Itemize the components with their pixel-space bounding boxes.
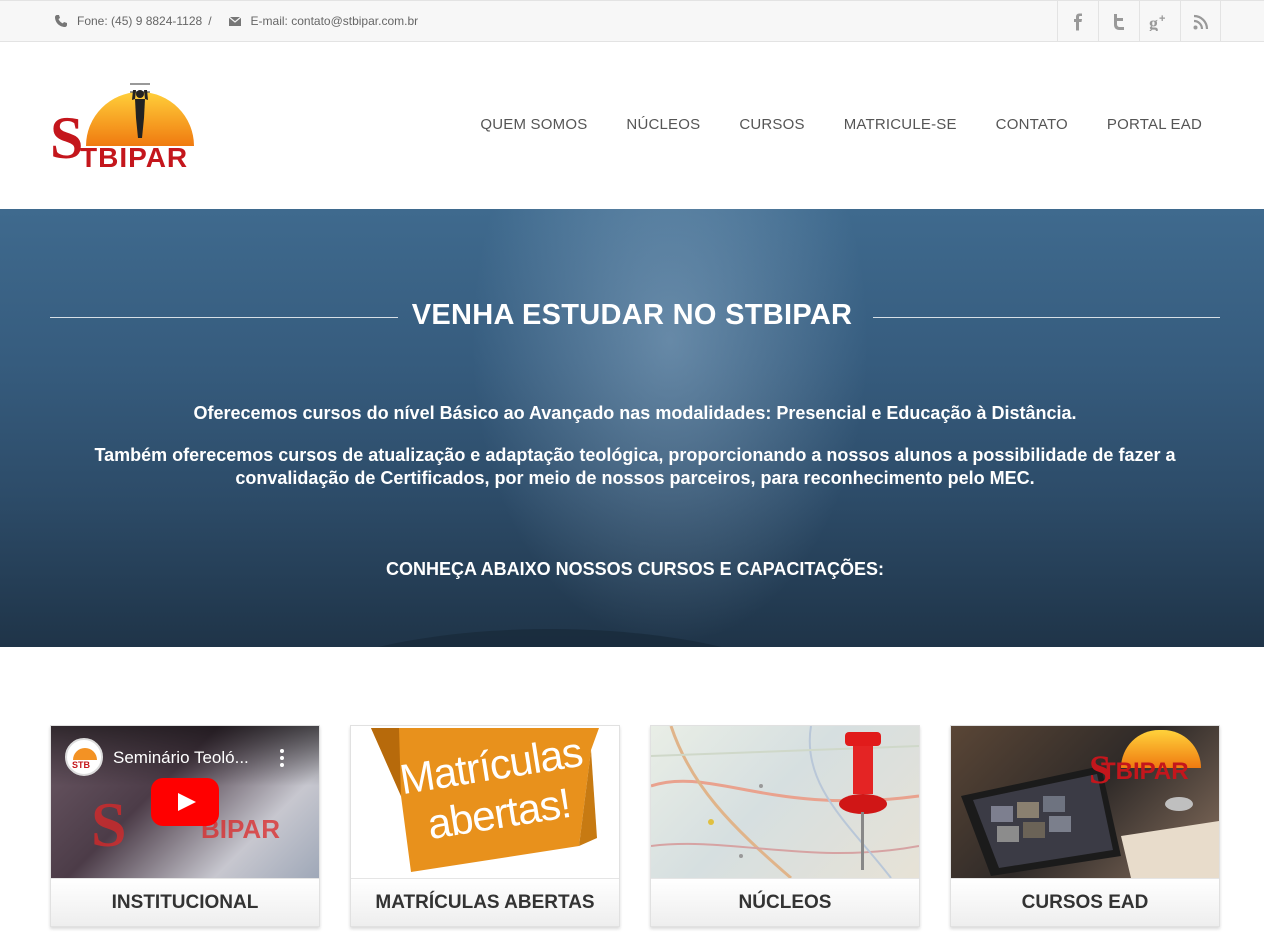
top-bar: Fone: (45) 9 8824-1128 / E-mail: contato…	[0, 0, 1264, 42]
logo-wordmark: TBIPAR	[80, 142, 189, 173]
nav-cursos[interactable]: CURSOS	[739, 116, 804, 133]
nav-contato[interactable]: CONTATO	[996, 116, 1068, 133]
card-label[interactable]: NÚCLEOS	[651, 878, 919, 926]
google-plus-icon[interactable]: g +	[1139, 1, 1180, 42]
stbipar-logo[interactable]: S TBIPAR	[50, 80, 212, 172]
hero-title: VENHA ESTUDAR NO STBIPAR	[411, 299, 853, 331]
hero-paragraph-2: Também oferecemos cursos de atualização …	[94, 445, 1176, 488]
email-link[interactable]: E-mail: contato@stbipar.com.br	[251, 14, 419, 28]
phone-text: Fone: (45) 9 8824-1128	[77, 14, 203, 28]
channel-avatar[interactable]: STB	[65, 738, 103, 776]
card-image[interactable]	[651, 726, 919, 878]
nav-portal-ead[interactable]: PORTAL EAD	[1107, 116, 1202, 133]
social-links: g +	[1057, 1, 1221, 42]
hero-background-figure	[470, 209, 870, 647]
card-institucional[interactable]: STB Seminário Teoló... S BIPAR INSTITUCI…	[50, 725, 320, 927]
video-menu-icon[interactable]	[279, 748, 285, 768]
contact-separator: /	[208, 14, 212, 28]
youtube-play-icon[interactable]	[151, 778, 219, 826]
nav-nucleos[interactable]: NÚCLEOS	[626, 116, 700, 133]
map-pin-icon	[839, 732, 887, 870]
card-label[interactable]: MATRÍCULAS ABERTAS	[351, 878, 619, 926]
phone-icon	[54, 14, 68, 28]
video-title[interactable]: Seminário Teoló...	[113, 748, 249, 768]
video-logo-s: S	[91, 789, 127, 860]
card-label[interactable]: INSTITUCIONAL	[51, 878, 319, 926]
facebook-icon[interactable]	[1057, 1, 1098, 42]
card-cursos-ead[interactable]: TBIPAR S CURSOS EAD	[950, 725, 1220, 927]
hero-paragraph-3: CONHEÇA ABAIXO NOSSOS CURSOS E CAPACITAÇ…	[385, 559, 885, 579]
card-image[interactable]: Matrículas abertas!	[351, 726, 619, 878]
ead-logo-wordmark: TBIPAR	[1101, 758, 1189, 785]
site-header: S TBIPAR QUEM SOMOS NÚCLEOS CURSOS MATRI…	[0, 42, 1264, 209]
contact-info: Fone: (45) 9 8824-1128 / E-mail: contato…	[54, 14, 418, 28]
card-label[interactable]: CURSOS EAD	[951, 878, 1219, 926]
card-image[interactable]: TBIPAR S	[951, 726, 1219, 878]
envelope-icon	[228, 14, 242, 28]
course-cards: STB Seminário Teoló... S BIPAR INSTITUCI…	[50, 725, 1220, 927]
ead-logo-s: S	[1089, 747, 1112, 792]
logo-figure	[130, 83, 150, 138]
nav-quem-somos[interactable]: QUEM SOMOS	[480, 116, 587, 133]
hero-banner: VENHA ESTUDAR NO STBIPAR Oferecemos curs…	[0, 209, 1264, 647]
rss-icon[interactable]	[1180, 1, 1221, 42]
svg-text:+: +	[1159, 13, 1165, 25]
logo-letter-s: S	[50, 105, 84, 171]
twitter-icon[interactable]	[1098, 1, 1139, 42]
card-video[interactable]: STB Seminário Teoló... S BIPAR	[51, 726, 319, 878]
svg-text:g: g	[1149, 13, 1158, 31]
hero-paragraph-1: Oferecemos cursos do nível Básico ao Ava…	[193, 403, 1077, 423]
nav-matricule-se[interactable]: MATRICULE-SE	[844, 116, 957, 133]
main-nav: QUEM SOMOS NÚCLEOS CURSOS MATRICULE-SE C…	[441, 116, 1202, 133]
card-matriculas-abertas[interactable]: Matrículas abertas! MATRÍCULAS ABERTAS	[350, 725, 620, 927]
card-nucleos[interactable]: NÚCLEOS	[650, 725, 920, 927]
